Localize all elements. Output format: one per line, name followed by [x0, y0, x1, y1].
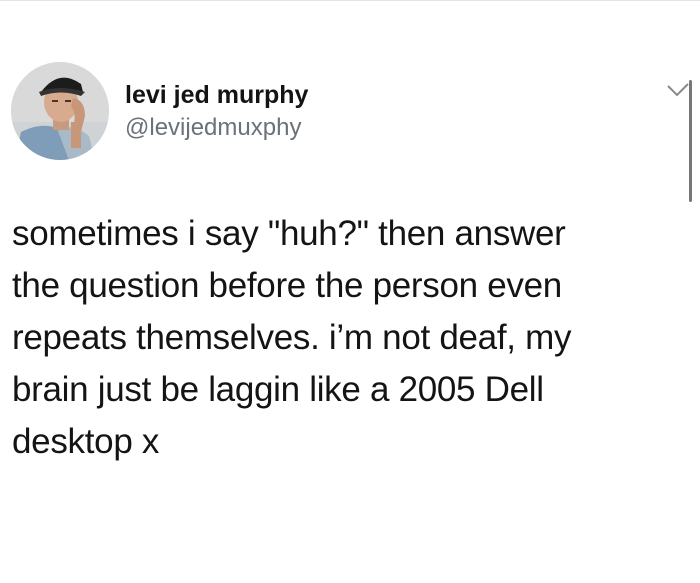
scrollbar[interactable] [689, 80, 692, 202]
tweet-card: levi jed murphy @levijedmuxphy sometimes… [0, 0, 700, 583]
tweet-text: sometimes i say "huh?" then answer the q… [12, 214, 572, 461]
author-handle[interactable]: @levijedmuxphy [125, 114, 301, 142]
chevron-down-icon[interactable] [664, 78, 692, 100]
avatar[interactable] [11, 62, 109, 160]
top-divider [0, 0, 700, 1]
author-display-name[interactable]: levi jed murphy [125, 80, 308, 110]
avatar-photo-icon [11, 62, 109, 160]
